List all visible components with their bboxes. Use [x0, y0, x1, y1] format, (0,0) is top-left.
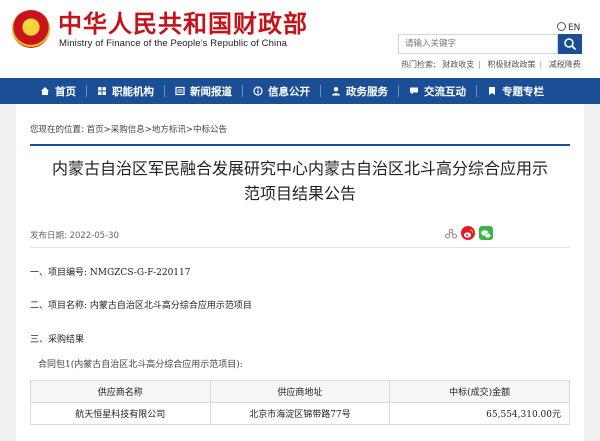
- nav-divider: [164, 85, 165, 97]
- nav-item-info[interactable]: 信息公开: [253, 78, 317, 104]
- breadcrumb-prefix: 您现在的位置:: [30, 125, 84, 135]
- supplier-name: 航天恒星科技有限公司: [30, 402, 211, 425]
- site-header: ★ 中华人民共和国财政部 Ministry of Finance of the …: [0, 0, 600, 78]
- topic-icon: [489, 87, 495, 95]
- nav-divider: [242, 85, 243, 97]
- nav-divider: [398, 85, 399, 97]
- nav-item-topic[interactable]: 专题专栏: [487, 78, 551, 104]
- search-icon: [564, 38, 577, 51]
- table-header-row: 供应商名称 供应商地址 中标(成交)金额: [30, 380, 570, 403]
- date-divider: [30, 247, 570, 248]
- nav-item-interact[interactable]: 交流互动: [409, 78, 473, 104]
- nav-item-org[interactable]: 职能机构: [97, 78, 161, 104]
- nav-divider: [86, 85, 87, 97]
- service-icon: [332, 87, 340, 96]
- search-input[interactable]: [398, 34, 558, 54]
- nav-divider: [320, 85, 321, 97]
- hot-word-link[interactable]: 财政收支: [442, 60, 474, 69]
- share-icon[interactable]: [444, 226, 458, 240]
- language-label[interactable]: EN: [568, 23, 580, 33]
- news-icon: [175, 86, 185, 96]
- info-icon: [253, 86, 263, 96]
- column-header: 供应商地址: [209, 380, 391, 403]
- nav-divider: [476, 85, 477, 97]
- publish-date: 发布日期: 2022-05-30: [30, 231, 119, 241]
- org-icon: [98, 87, 106, 95]
- breadcrumb-path[interactable]: 首页>采购信息>地方标讯>中标公告: [87, 125, 227, 135]
- column-header: 中标(成交)金额: [389, 380, 570, 403]
- national-emblem-icon: ★: [12, 10, 50, 48]
- result-table: 供应商名称 供应商地址 中标(成交)金额 航天恒星科技有限公司 北京市海淀区锦带…: [30, 380, 570, 425]
- home-icon: [41, 87, 49, 95]
- breadcrumb: 您现在的位置: 首页>采购信息>地方标讯>中标公告: [30, 123, 227, 135]
- main-nav: 首页 职能机构 新闻报道 信息公开 政务服务 交流互动 专题专栏: [0, 78, 600, 104]
- hot-search: 热门检索: 财政收支 | 积极财政政策 | 减税降费: [401, 60, 581, 69]
- wechat-share-icon[interactable]: [479, 226, 493, 240]
- column-header: 供应商名称: [30, 380, 211, 403]
- search-button[interactable]: [558, 34, 582, 54]
- language-switch[interactable]: EN: [557, 22, 580, 33]
- breadcrumb-divider: [30, 144, 570, 146]
- result-heading: 三、采购结果: [30, 335, 85, 345]
- project-number: 一、项目编号: NMGZCS-G-F-220117: [30, 268, 191, 278]
- award-amount: 65,554,310.00元: [389, 402, 570, 425]
- nav-item-news[interactable]: 新闻报道: [175, 78, 239, 104]
- site-subtitle: Ministry of Finance of the People’s Repu…: [59, 38, 287, 49]
- interact-icon: [410, 87, 418, 95]
- hot-word-link[interactable]: 减税降费: [549, 60, 581, 69]
- table-row: 航天恒星科技有限公司 北京市海淀区锦带路77号 65,554,310.00元: [30, 402, 570, 425]
- hot-word-link[interactable]: 积极财政政策: [488, 60, 536, 69]
- article-title: 内蒙古自治区军民融合发展研究中心内蒙古自治区北斗高分综合应用示 范项目结果公告: [51, 159, 548, 203]
- hot-search-label: 热门检索:: [401, 60, 436, 69]
- nav-item-home[interactable]: 首页: [40, 78, 83, 104]
- site-title[interactable]: 中华人民共和国财政部: [58, 10, 308, 38]
- nav-item-service[interactable]: 政务服务: [331, 78, 395, 104]
- globe-icon: [557, 22, 566, 31]
- contract-package: 合同包1(内蒙古自治区北斗高分综合应用示范项目):: [38, 360, 243, 370]
- project-name: 二、项目名称: 内蒙古自治区北斗高分综合应用示范项目: [30, 301, 252, 311]
- weibo-share-icon[interactable]: [461, 226, 475, 240]
- supplier-address: 北京市海淀区锦带路77号: [209, 402, 391, 425]
